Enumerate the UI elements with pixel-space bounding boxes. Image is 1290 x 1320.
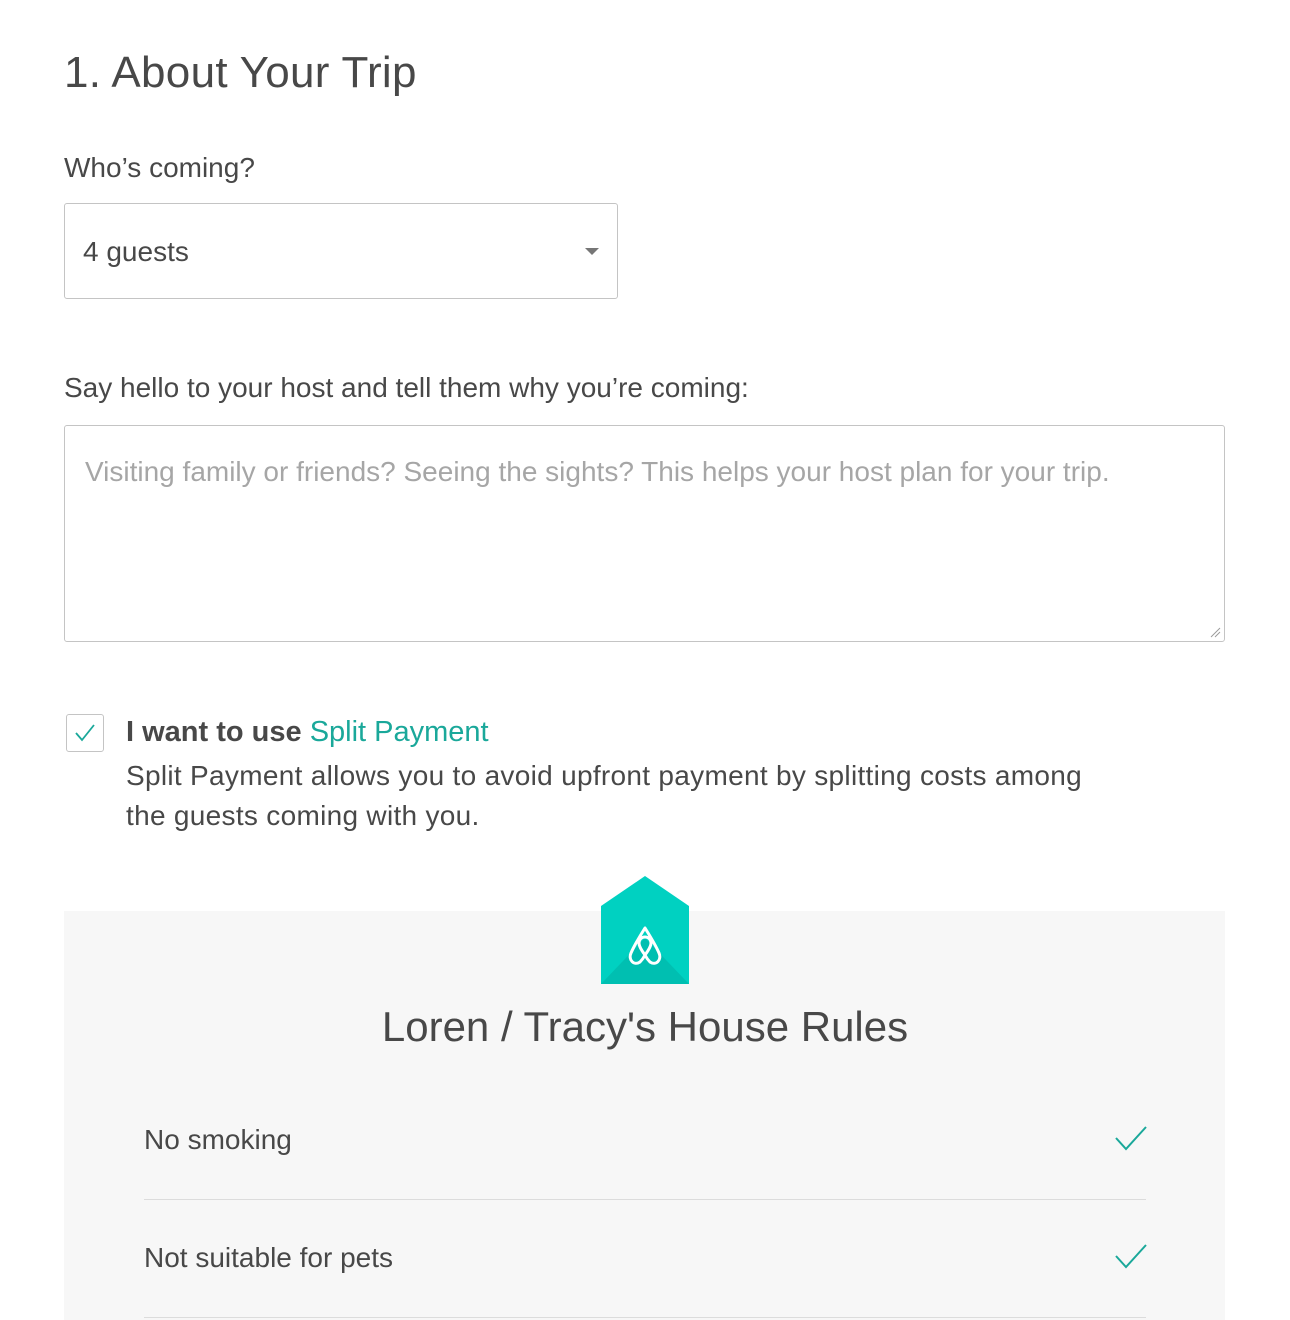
house-rule-item: Not suitable for pets — [144, 1200, 1147, 1318]
airbnb-house-icon — [601, 876, 689, 984]
checkmark-icon — [75, 724, 95, 742]
checkmark-icon — [1115, 1244, 1147, 1269]
split-payment-heading: I want to use Split Payment — [126, 716, 489, 749]
split-payment-link[interactable]: Split Payment — [310, 716, 489, 748]
caret-down-icon — [585, 248, 599, 255]
house-rule-item: No smoking — [144, 1082, 1147, 1200]
split-payment-description: Split Payment allows you to avoid upfron… — [126, 760, 1083, 831]
checkmark-icon — [1115, 1126, 1147, 1151]
house-rule-label: No smoking — [144, 1124, 292, 1155]
guests-label: Who’s coming? — [64, 152, 255, 183]
message-textarea[interactable]: Visiting family or friends? Seeing the s… — [64, 425, 1225, 642]
guests-select-value: 4 guests — [83, 236, 189, 267]
guests-select[interactable]: 4 guests — [64, 203, 618, 299]
message-label: Say hello to your host and tell them why… — [64, 372, 749, 403]
split-payment-prefix: I want to use — [126, 716, 310, 748]
house-rule-label: Not suitable for pets — [144, 1242, 394, 1273]
resize-handle-icon[interactable] — [1209, 626, 1221, 638]
split-payment-checkbox[interactable] — [66, 714, 104, 752]
message-placeholder: Visiting family or friends? Seeing the s… — [85, 456, 1110, 487]
house-rules-title: Loren / Tracy's House Rules — [381, 1003, 909, 1050]
trip-form-page: 1. About Your Trip Who’s coming? 4 guest… — [0, 0, 1290, 1320]
section-title: 1. About Your Trip — [64, 48, 417, 97]
